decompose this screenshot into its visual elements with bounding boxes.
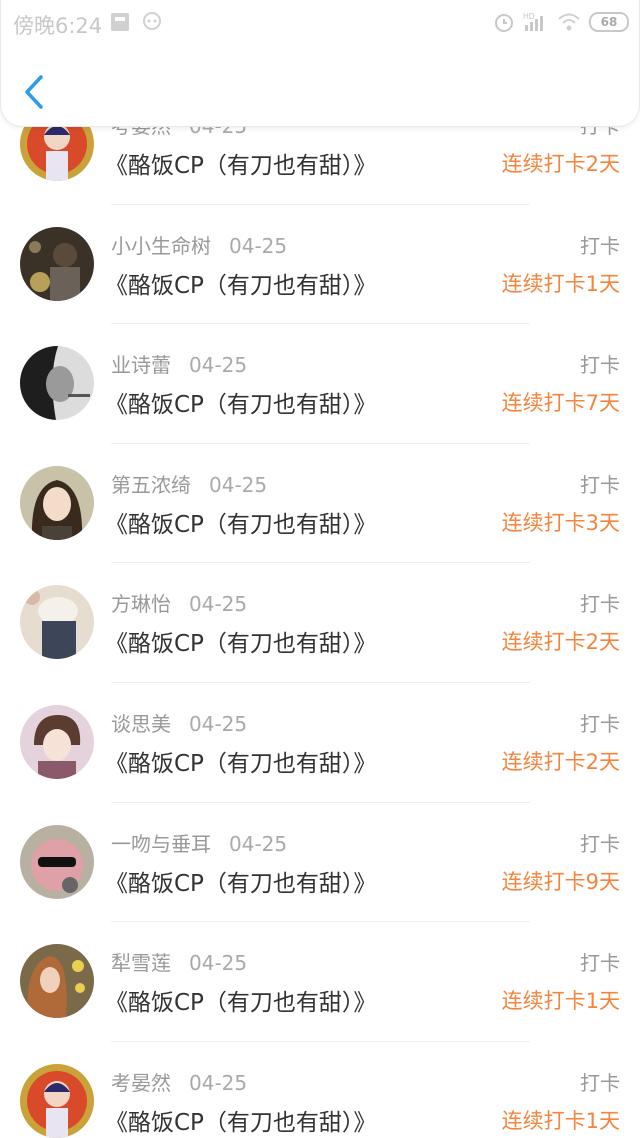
- user-meta: 方琳怡 04-25: [111, 588, 247, 617]
- list-item[interactable]: 第五浓绮 04-25 《酪饭CP（有刀也有甜）》 打卡 连续打卡3天: [0, 444, 640, 564]
- screen: 考晏然 04-25 《酪饭CP（有刀也有甜）》 打卡 连续打卡2天 小小生命树 04…: [0, 0, 640, 1138]
- user-name: 犁雪莲: [111, 951, 171, 976]
- hd-signal-icon: HD: [523, 11, 545, 37]
- checkin-list: 考晏然 04-25 《酪饭CP（有刀也有甜）》 打卡 连续打卡2天 小小生命树 04…: [0, 85, 640, 1138]
- checkin-date: 04-25: [189, 711, 248, 736]
- list-item[interactable]: 犁雪莲 04-25 《酪饭CP（有刀也有甜）》 打卡 连续打卡1天: [0, 922, 640, 1042]
- checkin-action-label: 打卡: [580, 233, 620, 258]
- user-name: 考晏然: [111, 1070, 171, 1095]
- chat-bubble-icon: [141, 11, 163, 37]
- status-time: 傍晚6:24: [13, 14, 103, 38]
- svg-text:HD: HD: [523, 12, 535, 21]
- checkin-action-label: 打卡: [580, 353, 620, 378]
- checkin-date: 04-25: [209, 472, 268, 497]
- user-meta: 考晏然 04-25: [111, 1067, 247, 1096]
- streak-label: 连续打卡1天: [501, 1108, 620, 1133]
- top-header: 傍晚6:24 HD 68: [0, 0, 640, 127]
- user-meta: 业诗蕾 04-25: [111, 349, 247, 378]
- streak-label: 连续打卡2天: [501, 630, 620, 655]
- checkin-action-label: 打卡: [580, 472, 620, 497]
- book-title: 《酪饭CP（有刀也有甜）》: [105, 631, 377, 658]
- streak-label: 连续打卡3天: [501, 510, 620, 535]
- user-name: 小小生命树: [111, 233, 211, 258]
- book-title: 《酪饭CP（有刀也有甜）》: [105, 153, 377, 179]
- checkin-date: 04-25: [189, 592, 248, 617]
- avatar[interactable]: [20, 346, 94, 421]
- book-title: 《酪饭CP（有刀也有甜）》: [105, 1109, 377, 1136]
- user-meta: 小小生命树 04-25: [111, 230, 287, 259]
- streak-label: 连续打卡2天: [501, 749, 620, 774]
- checkin-date: 04-25: [189, 1070, 248, 1095]
- checkin-date: 04-25: [189, 353, 248, 378]
- avatar[interactable]: [20, 944, 94, 1019]
- avatar[interactable]: [20, 704, 94, 779]
- streak-label: 连续打卡2天: [501, 152, 620, 176]
- list-item[interactable]: 一吻与垂耳 04-25 《酪饭CP（有刀也有甜）》 打卡 连续打卡9天: [0, 803, 640, 923]
- list-item[interactable]: 考晏然 04-25 《酪饭CP（有刀也有甜）》 打卡 连续打卡1天: [0, 1042, 640, 1138]
- checkin-date: 04-25: [229, 831, 288, 856]
- battery-icon: 68: [589, 12, 629, 32]
- user-meta: 犁雪莲 04-25: [111, 947, 247, 976]
- avatar[interactable]: [20, 585, 94, 660]
- user-meta: 谈思美 04-25: [111, 708, 247, 737]
- streak-label: 连续打卡7天: [501, 391, 620, 416]
- book-title: 《酪饭CP（有刀也有甜）》: [105, 870, 377, 897]
- streak-label: 连续打卡1天: [501, 271, 620, 296]
- chevron-left-icon: [25, 75, 43, 109]
- avatar[interactable]: [20, 1063, 94, 1138]
- checkin-date: 04-25: [229, 233, 288, 258]
- avatar[interactable]: [20, 226, 94, 301]
- book-title: 《酪饭CP（有刀也有甜）》: [105, 392, 377, 419]
- sim-card-icon: [109, 11, 131, 37]
- list-item[interactable]: 小小生命树 04-25 《酪饭CP（有刀也有甜）》 打卡 连续打卡1天: [0, 205, 640, 325]
- checkin-action-label: 打卡: [580, 951, 620, 976]
- status-bar: 傍晚6:24 HD 68: [1, 0, 640, 44]
- list-item[interactable]: 谈思美 04-25 《酪饭CP（有刀也有甜）》 打卡 连续打卡2天: [0, 683, 640, 803]
- book-title: 《酪饭CP（有刀也有甜）》: [105, 511, 377, 538]
- checkin-date: 04-25: [189, 951, 248, 976]
- book-title: 《酪饭CP（有刀也有甜）》: [105, 750, 377, 777]
- avatar[interactable]: [20, 824, 94, 899]
- checkin-action-label: 打卡: [580, 831, 620, 856]
- user-name: 一吻与垂耳: [111, 831, 211, 856]
- checkin-action-label: 打卡: [580, 1070, 620, 1095]
- streak-label: 连续打卡9天: [501, 869, 620, 894]
- book-title: 《酪饭CP（有刀也有甜）》: [105, 272, 377, 299]
- list-item[interactable]: 业诗蕾 04-25 《酪饭CP（有刀也有甜）》 打卡 连续打卡7天: [0, 324, 640, 444]
- avatar[interactable]: [20, 465, 94, 540]
- streak-label: 连续打卡1天: [501, 989, 620, 1014]
- user-name: 业诗蕾: [111, 353, 171, 378]
- checkin-action-label: 打卡: [580, 592, 620, 617]
- user-name: 第五浓绮: [111, 472, 191, 497]
- back-button[interactable]: [21, 74, 53, 110]
- checkin-action-label: 打卡: [580, 711, 620, 736]
- user-meta: 一吻与垂耳 04-25: [111, 828, 287, 857]
- user-name: 谈思美: [111, 711, 171, 736]
- list-item[interactable]: 方琳怡 04-25 《酪饭CP（有刀也有甜）》 打卡 连续打卡2天: [0, 563, 640, 683]
- user-name: 方琳怡: [111, 592, 171, 617]
- book-title: 《酪饭CP（有刀也有甜）》: [105, 990, 377, 1017]
- alarm-clock-icon: [493, 11, 515, 37]
- user-meta: 第五浓绮 04-25: [111, 469, 267, 498]
- wifi-icon: [557, 11, 581, 37]
